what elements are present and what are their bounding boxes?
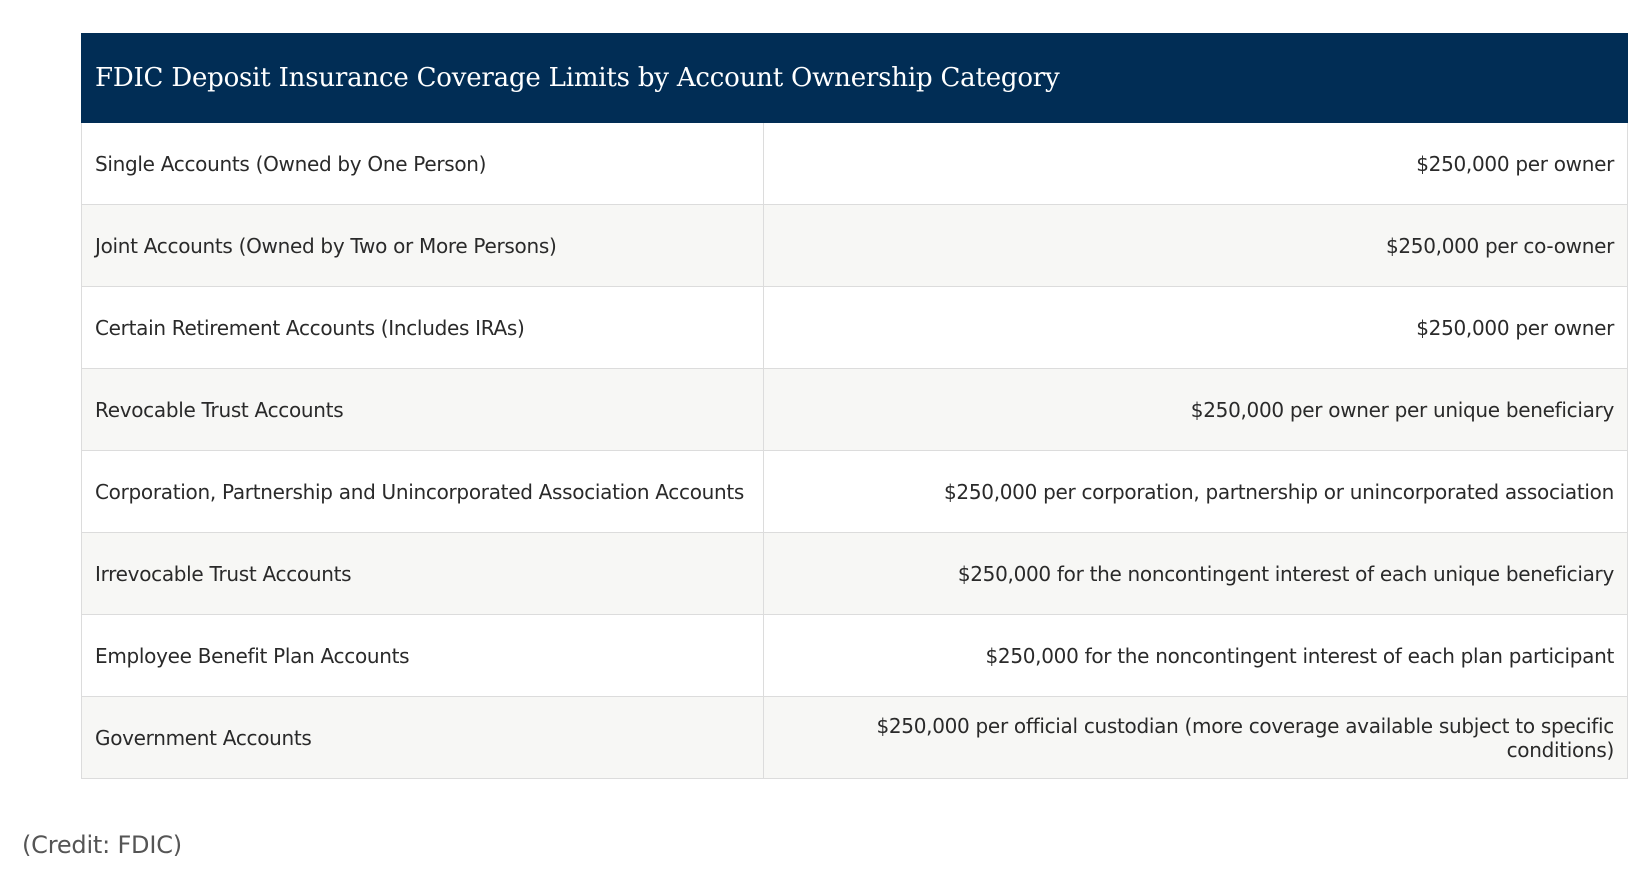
limit-cell: $250,000 per official custodian (more co…: [763, 696, 1628, 779]
category-cell: Corporation, Partnership and Unincorpora…: [81, 450, 764, 533]
coverage-table: FDIC Deposit Insurance Coverage Limits b…: [81, 33, 1628, 779]
limit-cell: $250,000 per owner: [763, 122, 1628, 205]
table-row: Employee Benefit Plan Accounts $250,000 …: [81, 614, 1628, 697]
category-cell: Employee Benefit Plan Accounts: [81, 614, 764, 697]
table-row: Revocable Trust Accounts $250,000 per ow…: [81, 368, 1628, 451]
category-cell: Irrevocable Trust Accounts: [81, 532, 764, 615]
limit-cell: $250,000 for the noncontingent interest …: [763, 532, 1628, 615]
limit-cell: $250,000 per co-owner: [763, 204, 1628, 287]
image-credit: (Credit: FDIC): [22, 831, 182, 859]
category-cell: Joint Accounts (Owned by Two or More Per…: [81, 204, 764, 287]
table-header-row: FDIC Deposit Insurance Coverage Limits b…: [81, 33, 1628, 123]
table-row: Certain Retirement Accounts (Includes IR…: [81, 286, 1628, 369]
table-title: FDIC Deposit Insurance Coverage Limits b…: [81, 33, 1628, 123]
table-row: Single Accounts (Owned by One Person) $2…: [81, 122, 1628, 205]
limit-cell: $250,000 per owner per unique beneficiar…: [763, 368, 1628, 451]
limit-cell: $250,000 per corporation, partnership or…: [763, 450, 1628, 533]
category-cell: Revocable Trust Accounts: [81, 368, 764, 451]
category-cell: Certain Retirement Accounts (Includes IR…: [81, 286, 764, 369]
table-row: Joint Accounts (Owned by Two or More Per…: [81, 204, 1628, 287]
limit-cell: $250,000 per owner: [763, 286, 1628, 369]
limit-cell: $250,000 for the noncontingent interest …: [763, 614, 1628, 697]
table-row: Corporation, Partnership and Unincorpora…: [81, 450, 1628, 533]
table-row: Irrevocable Trust Accounts $250,000 for …: [81, 532, 1628, 615]
category-cell: Single Accounts (Owned by One Person): [81, 122, 764, 205]
table-row: Government Accounts $250,000 per officia…: [81, 696, 1628, 779]
category-cell: Government Accounts: [81, 696, 764, 779]
